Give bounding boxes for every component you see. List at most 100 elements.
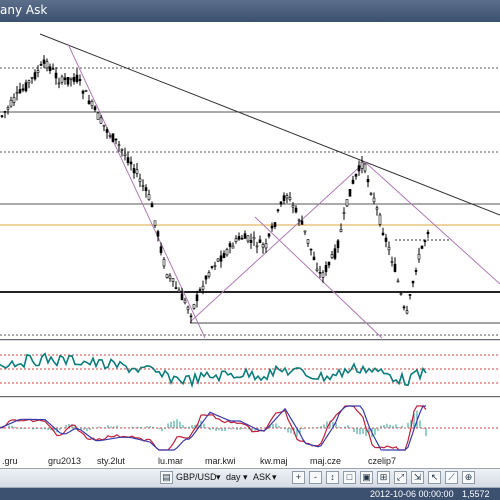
candle-body	[348, 188, 352, 197]
candle-body	[414, 270, 418, 272]
candle-body	[288, 197, 292, 200]
candle-body	[276, 209, 280, 212]
candle-body	[423, 240, 427, 242]
candle-body	[297, 219, 301, 222]
candle-body	[195, 294, 199, 302]
toolbar-tool-button[interactable]: ▣	[360, 471, 373, 484]
candle-body	[162, 259, 166, 267]
candle-body	[315, 268, 319, 271]
candle-body	[171, 278, 175, 282]
candle-body	[324, 265, 328, 272]
candle-body	[240, 237, 244, 240]
candle-body	[378, 214, 382, 225]
toolbar-tool-button[interactable]: -	[309, 471, 322, 484]
candle-body	[90, 101, 94, 107]
candle-body	[48, 66, 52, 72]
candle-body	[387, 246, 391, 251]
candle-body	[336, 240, 340, 249]
candle-body	[309, 248, 313, 251]
candle-body	[153, 220, 157, 226]
candle-body	[6, 107, 10, 110]
rsi-panel[interactable]	[0, 341, 500, 397]
status-value: 1,5572	[462, 489, 490, 499]
quote-select[interactable]: ASK	[253, 471, 271, 484]
toolbar-tool-button[interactable]: ⇲	[411, 471, 424, 484]
channel-line	[67, 43, 206, 339]
candle-body	[129, 161, 133, 165]
time-axis: .gru gru2013 sty.2lut lu.mar mar.kwi kw.maj ma…	[0, 455, 500, 469]
candle-body	[102, 124, 106, 127]
candle-body	[180, 293, 184, 301]
candle-body	[219, 255, 223, 262]
candle-body	[363, 163, 367, 172]
candle-body	[105, 129, 109, 133]
candle-body	[237, 236, 241, 240]
candle-body	[282, 195, 286, 201]
toolbar-tool-button[interactable]: ⟋	[445, 471, 458, 484]
candle-body	[114, 138, 118, 141]
macd-panel[interactable]	[0, 398, 500, 456]
candle-body	[234, 238, 238, 242]
macd-chart[interactable]	[0, 398, 500, 455]
candle-body	[183, 299, 187, 304]
channel-line	[254, 216, 383, 339]
price-chart[interactable]	[0, 22, 500, 339]
symbol-icon[interactable]: ▤	[160, 471, 173, 484]
candle-body	[399, 293, 403, 295]
symbol-select[interactable]: GBP/USD	[176, 471, 217, 484]
candle-body	[0, 115, 4, 117]
candle-body	[198, 289, 202, 291]
candle-body	[258, 239, 262, 243]
period-dropdown-icon[interactable]: ▾	[243, 471, 248, 484]
candle-body	[126, 157, 130, 163]
toolbar-tool-button[interactable]: ⊕	[462, 471, 475, 484]
rsi-chart[interactable]	[0, 341, 500, 396]
candle-body	[327, 261, 331, 266]
candle-body	[24, 82, 28, 92]
candle-body	[210, 266, 214, 268]
toolbar-tool-button[interactable]: ⤢	[394, 471, 407, 484]
time-tick-label: gru2013	[48, 456, 82, 466]
chart-toolbar: ▤ GBP/USD ▾ day ▾ ASK ▾ + - ↕ □ ▣ ⊞ ⤢ ⇲ ↖ ⟋ ⊕	[0, 469, 500, 488]
time-tick-label: sty.2lut	[97, 456, 125, 466]
quote-dropdown-icon[interactable]: ▾	[272, 471, 277, 484]
time-tick-label: czelip7	[368, 456, 397, 466]
toolbar-tool-button[interactable]: +	[292, 471, 305, 484]
candle-body	[270, 225, 274, 229]
time-tick-label: mar.kwi	[205, 456, 236, 466]
candle-body	[156, 231, 160, 237]
candle-body	[120, 148, 124, 151]
candle-body	[117, 144, 121, 147]
candle-body	[168, 275, 172, 279]
candle-body	[369, 193, 373, 195]
candle-body	[339, 228, 343, 232]
candle-body	[51, 68, 55, 71]
status-bar: 2012-10-06 00:00:00 1,5572	[0, 488, 500, 500]
channel-line	[364, 161, 500, 285]
candle-body	[255, 245, 259, 248]
toolbar-tool-button[interactable]: ↕	[326, 471, 339, 484]
candle-body	[357, 165, 361, 172]
candle-body	[249, 240, 253, 244]
time-tick-label: lu.mar	[158, 456, 184, 466]
toolbar-tool-button[interactable]: ↖	[428, 471, 441, 484]
symbol-dropdown-icon[interactable]: ▾	[216, 471, 221, 484]
toolbar-tool-button[interactable]: ⊞	[377, 471, 390, 484]
candle-body	[417, 253, 421, 260]
trend-line	[39, 33, 500, 216]
candle-body	[69, 77, 73, 80]
candle-body	[96, 112, 100, 120]
candle-body	[285, 195, 289, 199]
candle-body	[9, 99, 13, 107]
period-select[interactable]: day	[226, 471, 241, 484]
candle-body	[15, 92, 19, 95]
toolbar-tool-button[interactable]: □	[343, 471, 356, 484]
candle-body	[186, 306, 190, 310]
candle-body	[3, 111, 7, 113]
candle-body	[63, 77, 67, 80]
candle-body	[54, 72, 58, 79]
time-tick-label: maj.cze	[310, 456, 342, 466]
candle-body	[408, 294, 412, 296]
candle-body	[396, 280, 400, 283]
price-chart-panel[interactable]	[0, 22, 500, 340]
